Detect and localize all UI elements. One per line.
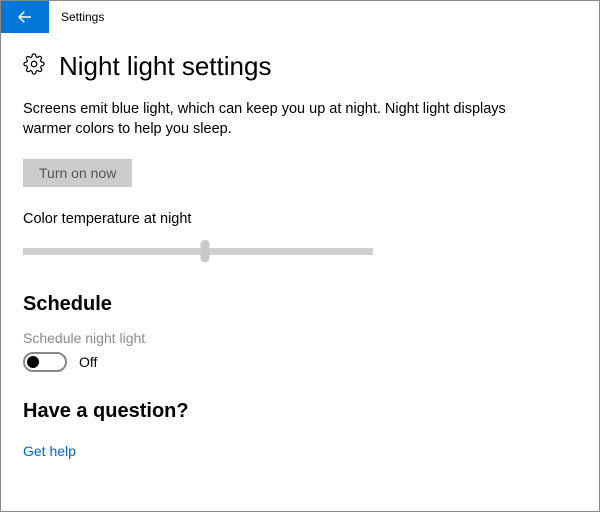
gear-icon [23, 53, 45, 80]
get-help-link[interactable]: Get help [23, 443, 76, 459]
slider-track [23, 248, 373, 255]
color-temperature-label: Color temperature at night [23, 211, 577, 227]
schedule-heading: Schedule [23, 293, 577, 316]
color-temperature-slider[interactable] [23, 237, 373, 265]
schedule-toggle-row: Off [23, 352, 577, 372]
description-text: Screens emit blue light, which can keep … [23, 100, 533, 139]
schedule-toggle-label: Schedule night light [23, 330, 577, 346]
page-title: Night light settings [59, 51, 271, 82]
help-heading: Have a question? [23, 400, 577, 423]
app-name: Settings [49, 1, 104, 33]
schedule-toggle-state: Off [79, 354, 97, 370]
slider-thumb[interactable] [201, 240, 210, 262]
turn-on-now-button[interactable]: Turn on now [23, 159, 132, 187]
back-arrow-icon [16, 8, 34, 26]
schedule-toggle[interactable] [23, 352, 67, 372]
page-heading-row: Night light settings [23, 51, 577, 82]
back-button[interactable] [1, 1, 49, 33]
titlebar: Settings [1, 1, 599, 33]
content-area: Night light settings Screens emit blue l… [1, 33, 599, 461]
toggle-knob [27, 356, 39, 368]
